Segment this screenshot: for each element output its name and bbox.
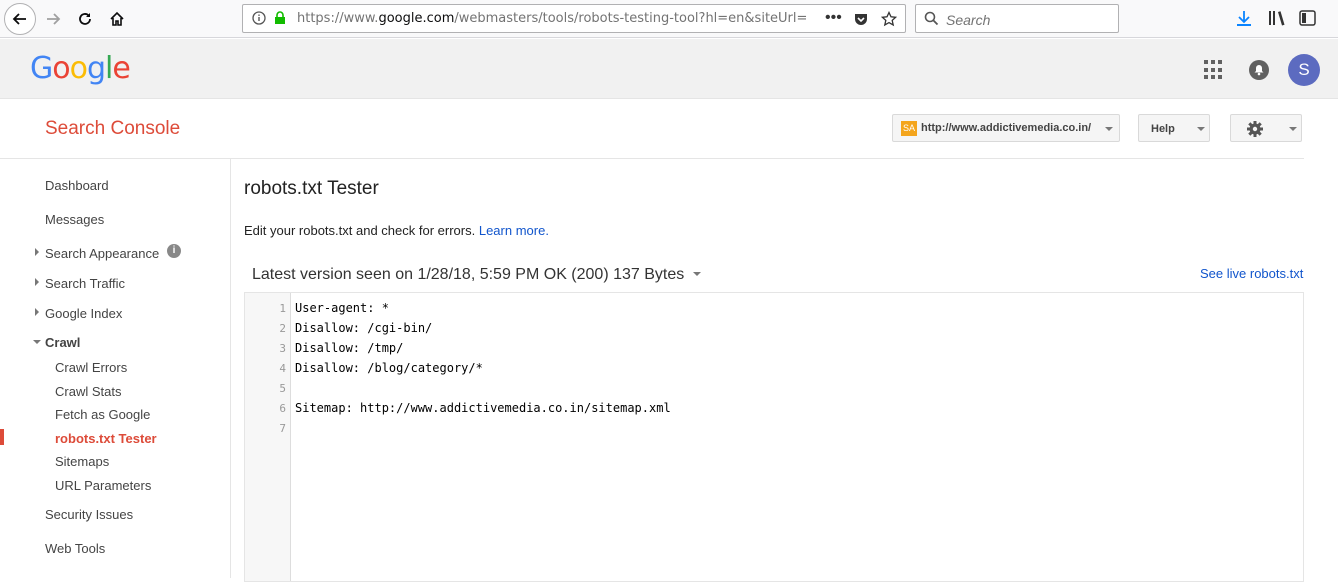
robots-editor[interactable]: 1 2 3 4 5 6 7 User-agent: * Disallow: /c… [244, 292, 1304, 582]
settings-button[interactable] [1230, 114, 1302, 142]
site-favicon: SA [901, 121, 917, 136]
active-indicator [0, 429, 4, 445]
sidebar-item-sitemaps[interactable]: Sitemaps [55, 454, 109, 469]
search-placeholder: Search [946, 12, 991, 28]
sidebar: Dashboard Messages Search Appearance i S… [0, 159, 231, 578]
sidebar-item-web-tools[interactable]: Web Tools [45, 541, 105, 556]
account-avatar[interactable]: S [1288, 54, 1320, 86]
sidebar-item-robots-tester[interactable]: robots.txt Tester [55, 431, 157, 446]
line-number: 5 [279, 382, 286, 395]
chevron-down-icon [692, 272, 701, 276]
help-button[interactable]: Help [1138, 114, 1210, 142]
line-number: 3 [279, 342, 286, 355]
expand-arrow-icon[interactable] [35, 248, 39, 256]
search-bar[interactable]: Search [915, 4, 1119, 33]
gear-icon [1246, 120, 1264, 143]
expand-arrow-icon[interactable] [35, 278, 39, 286]
notifications-icon[interactable] [1249, 60, 1269, 80]
bookmark-star-icon[interactable] [880, 10, 898, 32]
help-label: Help [1151, 123, 1175, 135]
google-logo[interactable]: Google [30, 51, 131, 86]
pocket-icon[interactable] [853, 11, 869, 32]
search-icon [924, 11, 939, 31]
line-number: 4 [279, 362, 286, 375]
version-label: Latest version seen on 1/28/18, 5:59 PM … [252, 266, 685, 283]
back-button[interactable] [4, 3, 36, 35]
home-button[interactable] [102, 4, 132, 34]
logo-letter: o [52, 51, 70, 86]
code-line[interactable]: Disallow: /tmp/ [295, 341, 403, 355]
url-text[interactable]: https://www.google.com/webmasters/tools/… [297, 11, 817, 26]
see-live-link[interactable]: See live robots.txt [1200, 266, 1303, 281]
downloads-icon[interactable] [1236, 10, 1252, 32]
collapse-arrow-icon[interactable] [33, 340, 41, 344]
chevron-down-icon [1289, 127, 1297, 131]
sidebar-item-dashboard[interactable]: Dashboard [45, 178, 109, 193]
browser-toolbar: https://www.google.com/webmasters/tools/… [0, 0, 1338, 38]
description-text: Edit your robots.txt and check for error… [244, 223, 476, 238]
apps-grid-icon[interactable] [1204, 60, 1224, 80]
logo-letter: o [69, 51, 88, 86]
info-icon[interactable] [252, 11, 266, 30]
site-url: http://www.addictivemedia.co.in/ [921, 122, 1092, 134]
expand-arrow-icon[interactable] [35, 308, 39, 316]
logo-letter: g [86, 51, 106, 86]
search-console-title[interactable]: Search Console [45, 118, 180, 140]
lock-icon[interactable] [273, 11, 287, 30]
logo-letter: G [30, 51, 53, 86]
sidebar-item-messages[interactable]: Messages [45, 212, 104, 227]
url-path: /webmasters/tools/robots-testing-tool?hl… [454, 11, 808, 26]
sidebar-item-search-traffic[interactable]: Search Traffic [45, 276, 125, 291]
version-dropdown[interactable]: Latest version seen on 1/28/18, 5:59 PM … [252, 266, 701, 284]
sidebar-item-fetch-as-google[interactable]: Fetch as Google [55, 407, 150, 422]
forward-button[interactable] [38, 4, 68, 34]
line-number: 7 [279, 422, 286, 435]
home-icon [110, 11, 124, 26]
code-line[interactable]: Sitemap: http://www.addictivemedia.co.in… [295, 401, 671, 415]
line-gutter: 1 2 3 4 5 6 7 [245, 293, 291, 581]
url-domain: google.com [378, 11, 455, 26]
reload-button[interactable] [70, 4, 100, 34]
info-circle-icon[interactable]: i [167, 244, 181, 258]
line-number: 1 [279, 302, 286, 315]
sidebar-item-crawl-stats[interactable]: Crawl Stats [55, 384, 121, 399]
reload-icon [79, 13, 91, 25]
sidebar-item-security-issues[interactable]: Security Issues [45, 507, 133, 522]
line-number: 2 [279, 322, 286, 335]
library-icon[interactable] [1268, 10, 1286, 31]
sidebar-item-crawl[interactable]: Crawl [45, 335, 80, 350]
site-selector[interactable]: SA http://www.addictivemedia.co.in/ [892, 114, 1120, 142]
url-bar[interactable]: https://www.google.com/webmasters/tools/… [242, 4, 906, 33]
url-prefix: https://www. [297, 11, 379, 26]
back-arrow-icon [12, 13, 26, 25]
logo-letter: e [112, 51, 130, 86]
code-line[interactable]: Disallow: /blog/category/* [295, 361, 483, 375]
page-title: robots.txt Tester [244, 178, 379, 199]
sidebar-toggle-icon[interactable] [1299, 10, 1316, 31]
sidebar-item-google-index[interactable]: Google Index [45, 306, 122, 321]
code-line[interactable]: User-agent: * [295, 301, 389, 315]
chevron-down-icon [1105, 127, 1113, 131]
code-line[interactable]: Disallow: /cgi-bin/ [295, 321, 432, 335]
google-header: Google S [0, 39, 1338, 99]
learn-more-link[interactable]: Learn more. [479, 223, 549, 238]
line-number: 6 [279, 402, 286, 415]
sidebar-item-url-parameters[interactable]: URL Parameters [55, 478, 151, 493]
sidebar-item-search-appearance[interactable]: Search Appearance [45, 246, 159, 261]
chevron-down-icon [1197, 127, 1205, 131]
forward-arrow-icon [47, 13, 61, 25]
page-actions-icon[interactable]: ••• [825, 9, 842, 27]
page-description: Edit your robots.txt and check for error… [244, 223, 549, 238]
sidebar-item-crawl-errors[interactable]: Crawl Errors [55, 360, 127, 375]
